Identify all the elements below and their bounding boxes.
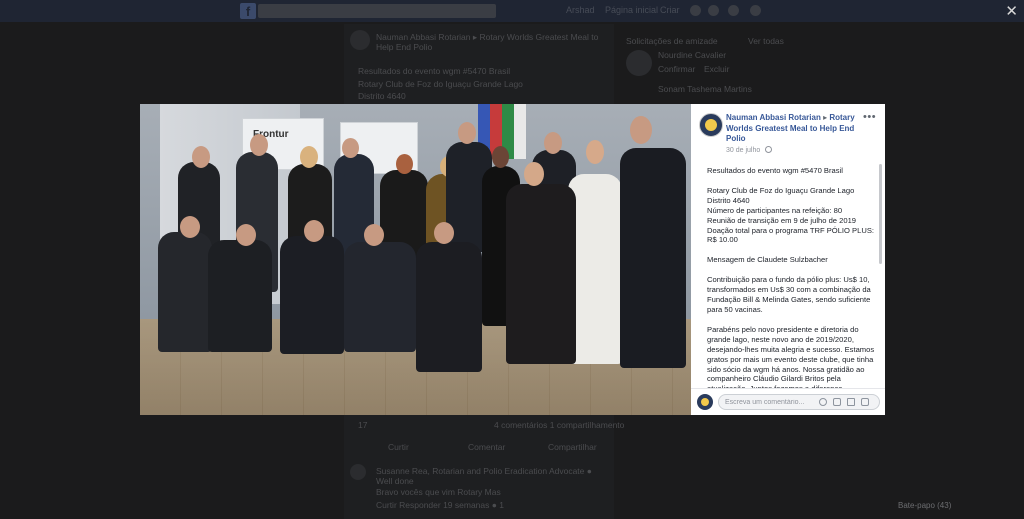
post-paragraph: Mensagem de Claudete Sulzbacher [707,255,828,265]
person-head [250,134,268,156]
emoji-icon[interactable] [819,398,827,406]
post-panel: Nauman Abbasi Rotarian ▸ Rotary Worlds G… [691,104,885,415]
person-head [396,154,413,174]
bg-post-line-3: Distrito 4640 [358,91,406,101]
bg-share-button: Compartilhar [548,442,597,452]
background-friend-requests: Solicitações de amizade Ver todas Nourdi… [620,24,784,104]
arrow-right-icon: ▸ [823,113,828,122]
bg-post-line-1: Resultados do evento wgm #5470 Brasil [358,66,511,76]
person-head [364,224,384,246]
person [620,148,686,368]
post-paragraph: Contribuição para o fundo da pólio plus:… [707,275,871,314]
bg-commenter-avatar [350,464,366,480]
bg-confirm-button: Confirmar [658,64,696,74]
facebook-logo-icon: f [240,3,256,19]
post-text: Resultados do evento wgm #5470 Brasil Ro… [707,166,877,388]
post-paragraph: Rotary Club de Foz do Iguaçu Grande Lago… [707,185,874,245]
person-head [586,140,604,164]
bg-post-line-2: Rotary Club de Foz do Iguaçu Grande Lago [358,79,523,89]
chat-bar-label[interactable]: Bate-papo (43) [898,501,951,510]
person [208,240,272,352]
person-head [300,146,318,168]
bg-comment-button: Comentar [468,442,506,452]
bg-reactions-count: 17 [358,420,368,430]
more-options-icon[interactable]: ••• [863,111,876,123]
background-search-bar [258,4,496,18]
friends-icon [690,5,701,16]
person-head [342,138,359,158]
close-icon[interactable]: ✕ [1005,2,1018,20]
person-head [524,162,544,186]
sticker-icon[interactable] [861,398,869,406]
bg-author-line: Nauman Abbasi Rotarian ▸ Rotary Worlds G… [376,32,599,52]
author-avatar[interactable] [699,113,723,137]
bg-delete-button: Excluir [704,64,730,74]
nav-create: Criar [660,5,680,15]
bg-request-name-1: Nourdine Cavalier [658,50,727,60]
nav-home: Página inicial [605,5,659,15]
flag [514,104,526,159]
person-head [192,146,210,168]
comment-box[interactable] [718,394,880,410]
gif-icon[interactable] [847,398,855,406]
bg-requests-title: Solicitações de amizade [626,36,718,46]
person [280,236,344,354]
person [344,242,416,352]
bg-comment-text: Bravo vocês que vim Rotary Mas [376,487,501,497]
bg-requests-link: Ver todas [748,36,784,46]
person-head [434,222,454,244]
help-icon [750,5,761,16]
person [506,184,576,364]
person [158,232,212,352]
bg-request-name-2: Sonam Tashema Martins [658,84,752,94]
post-photo[interactable]: Frontur [140,104,691,415]
commenter-avatar [697,394,713,410]
person [416,242,482,372]
messenger-icon [708,5,719,16]
person-head [544,132,562,154]
post-timestamp[interactable]: 30 de julho [726,147,760,154]
bg-like-button: Curtir [388,442,409,452]
person-head [492,146,509,168]
person-head [236,224,256,246]
notifications-icon [728,5,739,16]
background-top-bar: f Arshad Página inicial Criar [0,0,1024,22]
divider [691,388,885,389]
bg-request-avatar [626,50,652,76]
bg-post-stats: 4 comentários 1 compartilhamento [494,420,625,430]
comment-input[interactable] [725,396,815,408]
post-scrollbar[interactable] [879,164,882,264]
bg-comment-meta: Curtir Responder 19 semanas ● 1 [376,500,504,510]
post-header: Nauman Abbasi Rotarian ▸ Rotary Worlds G… [726,113,858,145]
post-paragraph: Parabéns pelo novo presidente e diretori… [707,324,875,388]
nav-profile: Arshad [566,5,595,15]
globe-icon [765,146,773,153]
author-name-link[interactable]: Nauman Abbasi Rotarian [726,113,821,122]
person-head [304,220,324,242]
person [568,174,622,364]
camera-icon[interactable] [833,398,841,406]
bg-author-avatar [350,30,370,50]
post-paragraph: Resultados do evento wgm #5470 Brasil [707,166,843,175]
bg-comment-author: Susanne Rea, Rotarian and Polio Eradicat… [376,466,592,486]
person-head [630,116,652,144]
person-head [180,216,200,238]
person-head [458,122,476,144]
post-date: 30 de julho [726,146,773,154]
